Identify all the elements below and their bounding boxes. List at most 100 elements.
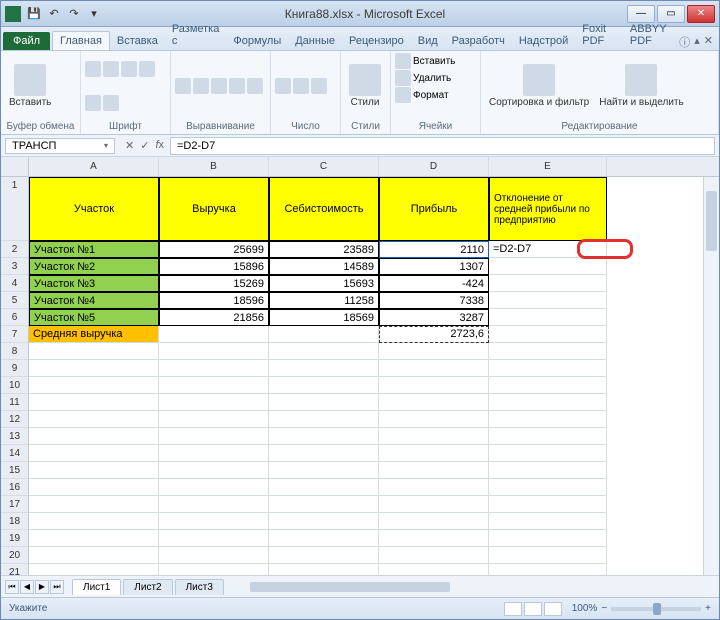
cancel-formula-icon[interactable]: ✕ [125,139,134,152]
cell[interactable] [489,530,607,547]
cell[interactable] [159,564,269,575]
zoom-out-icon[interactable]: − [601,603,607,614]
cell[interactable] [379,513,489,530]
cell[interactable] [379,445,489,462]
cell[interactable] [269,564,379,575]
bold-icon[interactable] [85,61,101,77]
comma-icon[interactable] [311,78,327,94]
cell[interactable] [269,513,379,530]
header-cell[interactable]: Себистоимость [269,177,379,241]
cell[interactable] [29,479,159,496]
row-header[interactable]: 7 [1,326,28,343]
row-header[interactable]: 1 [1,177,28,241]
undo-icon[interactable]: ↶ [45,5,63,23]
tab-data[interactable]: Данные [288,32,342,50]
cell[interactable]: 18569 [269,309,379,326]
underline-icon[interactable] [121,61,137,77]
header-cell[interactable]: Прибыль [379,177,489,241]
cell[interactable] [269,343,379,360]
cell[interactable] [29,530,159,547]
cell[interactable] [379,343,489,360]
cell[interactable]: Участок №3 [29,275,159,292]
cell[interactable] [29,377,159,394]
cell[interactable] [159,360,269,377]
tab-view[interactable]: Вид [411,32,445,50]
border-icon[interactable] [139,61,155,77]
cell[interactable] [379,547,489,564]
cell[interactable] [489,326,607,343]
cell[interactable] [269,326,379,343]
view-layout-icon[interactable] [524,602,542,616]
save-icon[interactable]: 💾 [25,5,43,23]
cell[interactable] [159,326,269,343]
sort-filter-button[interactable]: Сортировка и фильтр [485,62,593,110]
cell[interactable] [159,377,269,394]
cell[interactable]: 11258 [269,292,379,309]
cell[interactable] [29,428,159,445]
row-header[interactable]: 15 [1,462,28,479]
cell[interactable] [159,496,269,513]
cell[interactable] [489,445,607,462]
cell[interactable] [159,530,269,547]
tab-abbyy[interactable]: ABBYY PDF [623,20,679,50]
currency-icon[interactable] [275,78,291,94]
enter-formula-icon[interactable]: ✓ [140,139,149,152]
row-header[interactable]: 19 [1,530,28,547]
cell[interactable] [269,394,379,411]
sheet-tab[interactable]: Лист2 [123,579,172,595]
cell[interactable]: =D2-D7 [489,241,607,258]
chevron-down-icon[interactable]: ▾ [104,141,108,150]
cell[interactable]: 7338 [379,292,489,309]
close-button[interactable]: ✕ [687,5,715,23]
cell[interactable] [379,394,489,411]
cell[interactable] [379,496,489,513]
cell[interactable] [269,479,379,496]
cell[interactable]: Участок №5 [29,309,159,326]
cell[interactable] [159,513,269,530]
sheet-nav-first-icon[interactable]: ⏮ [5,580,19,594]
file-tab[interactable]: Файл [3,32,50,50]
cell[interactable]: -424 [379,275,489,292]
cell[interactable] [269,462,379,479]
cell[interactable] [379,411,489,428]
cell[interactable] [379,564,489,575]
cell[interactable] [489,513,607,530]
cell[interactable] [489,377,607,394]
cell[interactable] [269,445,379,462]
find-select-button[interactable]: Найти и выделить [595,62,687,110]
merge-icon[interactable] [247,78,263,94]
cell[interactable] [29,564,159,575]
cell[interactable] [489,462,607,479]
tab-addins[interactable]: Надстрой [512,32,575,50]
row-header[interactable]: 9 [1,360,28,377]
row-header[interactable]: 21 [1,564,28,575]
cell[interactable] [379,377,489,394]
cell[interactable] [159,411,269,428]
cell[interactable] [269,411,379,428]
tab-home[interactable]: Главная [52,31,110,50]
doc-close-icon[interactable]: ✕ [704,34,713,50]
format-cells-icon[interactable] [395,87,411,103]
ribbon-minimize-icon[interactable]: ▴ [694,34,700,50]
tab-review[interactable]: Рецензиро [342,32,411,50]
cell[interactable]: 15269 [159,275,269,292]
zoom-in-icon[interactable]: + [705,603,711,614]
cell[interactable] [29,445,159,462]
cell[interactable] [159,479,269,496]
cell[interactable]: Участок №1 [29,241,159,258]
header-cell[interactable]: Участок [29,177,159,241]
tab-foxit[interactable]: Foxit PDF [575,20,623,50]
cell[interactable]: 21856 [159,309,269,326]
qat-dropdown-icon[interactable]: ▾ [85,5,103,23]
cell[interactable] [269,530,379,547]
font-color-icon[interactable] [103,95,119,111]
styles-button[interactable]: Стили [345,62,385,110]
row-header[interactable]: 20 [1,547,28,564]
tab-developer[interactable]: Разработч [445,32,512,50]
cell[interactable]: 15896 [159,258,269,275]
italic-icon[interactable] [103,61,119,77]
align-right-icon[interactable] [211,78,227,94]
cell[interactable] [489,428,607,445]
select-all-corner[interactable] [1,157,28,177]
sheet-tab[interactable]: Лист1 [72,579,121,595]
